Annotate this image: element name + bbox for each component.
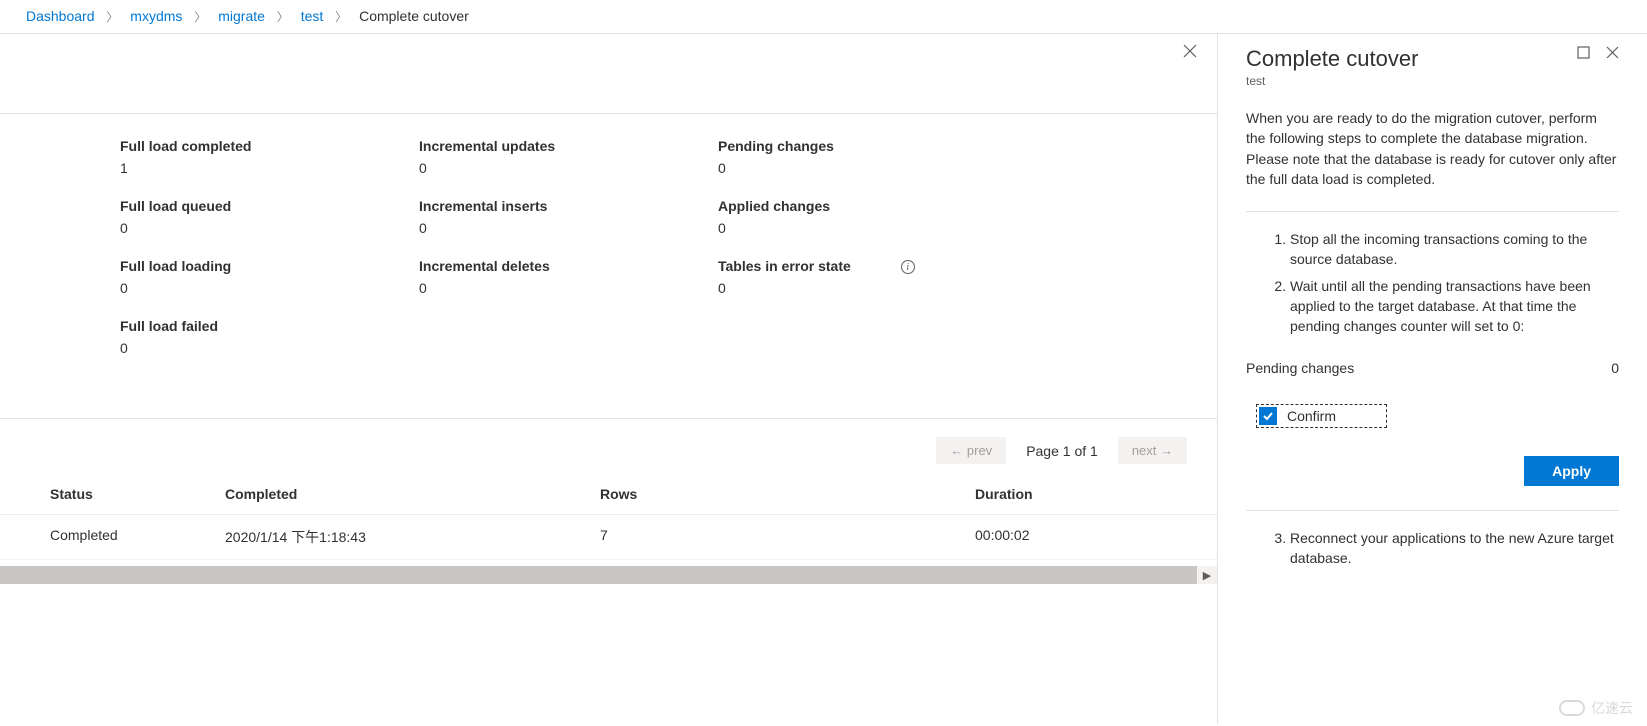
close-icon[interactable]: [1183, 44, 1197, 61]
watermark: 亿速云: [1559, 698, 1633, 718]
chevron-right-icon: 〉: [106, 10, 118, 24]
apply-button[interactable]: Apply: [1524, 456, 1619, 486]
col-rows[interactable]: Rows: [600, 486, 975, 502]
cell-rows: 7: [600, 527, 975, 547]
stat-full-load-failed: Full load failed 0: [120, 318, 419, 356]
step-3: Reconnect your applications to the new A…: [1290, 529, 1619, 568]
chevron-right-icon: 〉: [194, 10, 206, 24]
cutover-panel: Complete cutover test When you are ready…: [1217, 34, 1647, 724]
main-content: Full load completed 1 Full load queued 0…: [0, 34, 1217, 724]
breadcrumb: Dashboard 〉 mxydms 〉 migrate 〉 test 〉 Co…: [0, 0, 1647, 34]
breadcrumb-current: Complete cutover: [359, 8, 469, 24]
prev-button[interactable]: ← prev: [936, 437, 1006, 464]
breadcrumb-link-migrate[interactable]: migrate: [218, 8, 265, 24]
pending-changes-row: Pending changes 0: [1246, 360, 1619, 376]
pending-value: 0: [1611, 360, 1619, 376]
panel-subtitle: test: [1246, 74, 1619, 88]
confirm-label: Confirm: [1287, 408, 1336, 424]
panel-title: Complete cutover: [1246, 46, 1418, 72]
step-1: Stop all the incoming transactions comin…: [1290, 230, 1619, 269]
chevron-right-icon: 〉: [277, 10, 289, 24]
stat-full-load-loading: Full load loading 0: [120, 258, 419, 296]
stat-incremental-inserts: Incremental inserts 0: [419, 198, 718, 236]
cell-status: Completed: [50, 527, 225, 547]
results-table: Status Completed Rows Duration Completed…: [0, 474, 1217, 560]
cell-completed: 2020/1/14 下午1:18:43: [225, 527, 600, 547]
stat-full-load-queued: Full load queued 0: [120, 198, 419, 236]
horizontal-scrollbar[interactable]: ▶: [0, 566, 1217, 584]
stat-tables-error: Tables in error state 0 i: [718, 258, 1017, 296]
confirm-checkbox[interactable]: Confirm: [1256, 404, 1387, 428]
table-header: Status Completed Rows Duration: [0, 474, 1217, 515]
col-completed[interactable]: Completed: [225, 486, 600, 502]
pending-label: Pending changes: [1246, 360, 1354, 376]
cloud-icon: [1559, 700, 1585, 716]
close-icon[interactable]: [1606, 46, 1619, 62]
cell-duration: 00:00:02: [975, 527, 1197, 547]
stat-applied-changes: Applied changes 0: [718, 198, 1017, 236]
steps-list-continued: Reconnect your applications to the new A…: [1246, 529, 1619, 568]
chevron-right-icon: 〉: [335, 10, 347, 24]
stat-pending-changes: Pending changes 0: [718, 138, 1017, 176]
table-row[interactable]: Completed 2020/1/14 下午1:18:43 7 00:00:02: [0, 515, 1217, 560]
breadcrumb-link-test[interactable]: test: [301, 8, 324, 24]
scroll-right-icon[interactable]: ▶: [1197, 566, 1217, 584]
stats-grid: Full load completed 1 Full load queued 0…: [0, 114, 1217, 418]
next-button[interactable]: next →: [1118, 437, 1187, 464]
stat-incremental-deletes: Incremental deletes 0: [419, 258, 718, 296]
stat-full-load-completed: Full load completed 1: [120, 138, 419, 176]
page-indicator: Page 1 of 1: [1026, 443, 1098, 459]
breadcrumb-link-mxydms[interactable]: mxydms: [130, 8, 182, 24]
info-icon[interactable]: i: [901, 260, 915, 274]
pager: ← prev Page 1 of 1 next →: [0, 419, 1217, 474]
maximize-icon[interactable]: [1577, 46, 1590, 62]
col-duration[interactable]: Duration: [975, 486, 1197, 502]
steps-list: Stop all the incoming transactions comin…: [1246, 230, 1619, 336]
panel-intro: When you are ready to do the migration c…: [1246, 108, 1619, 189]
checkbox-checked-icon[interactable]: [1259, 407, 1277, 425]
step-2: Wait until all the pending transactions …: [1290, 277, 1619, 336]
stat-incremental-updates: Incremental updates 0: [419, 138, 718, 176]
col-status[interactable]: Status: [50, 486, 225, 502]
breadcrumb-link-dashboard[interactable]: Dashboard: [26, 8, 95, 24]
